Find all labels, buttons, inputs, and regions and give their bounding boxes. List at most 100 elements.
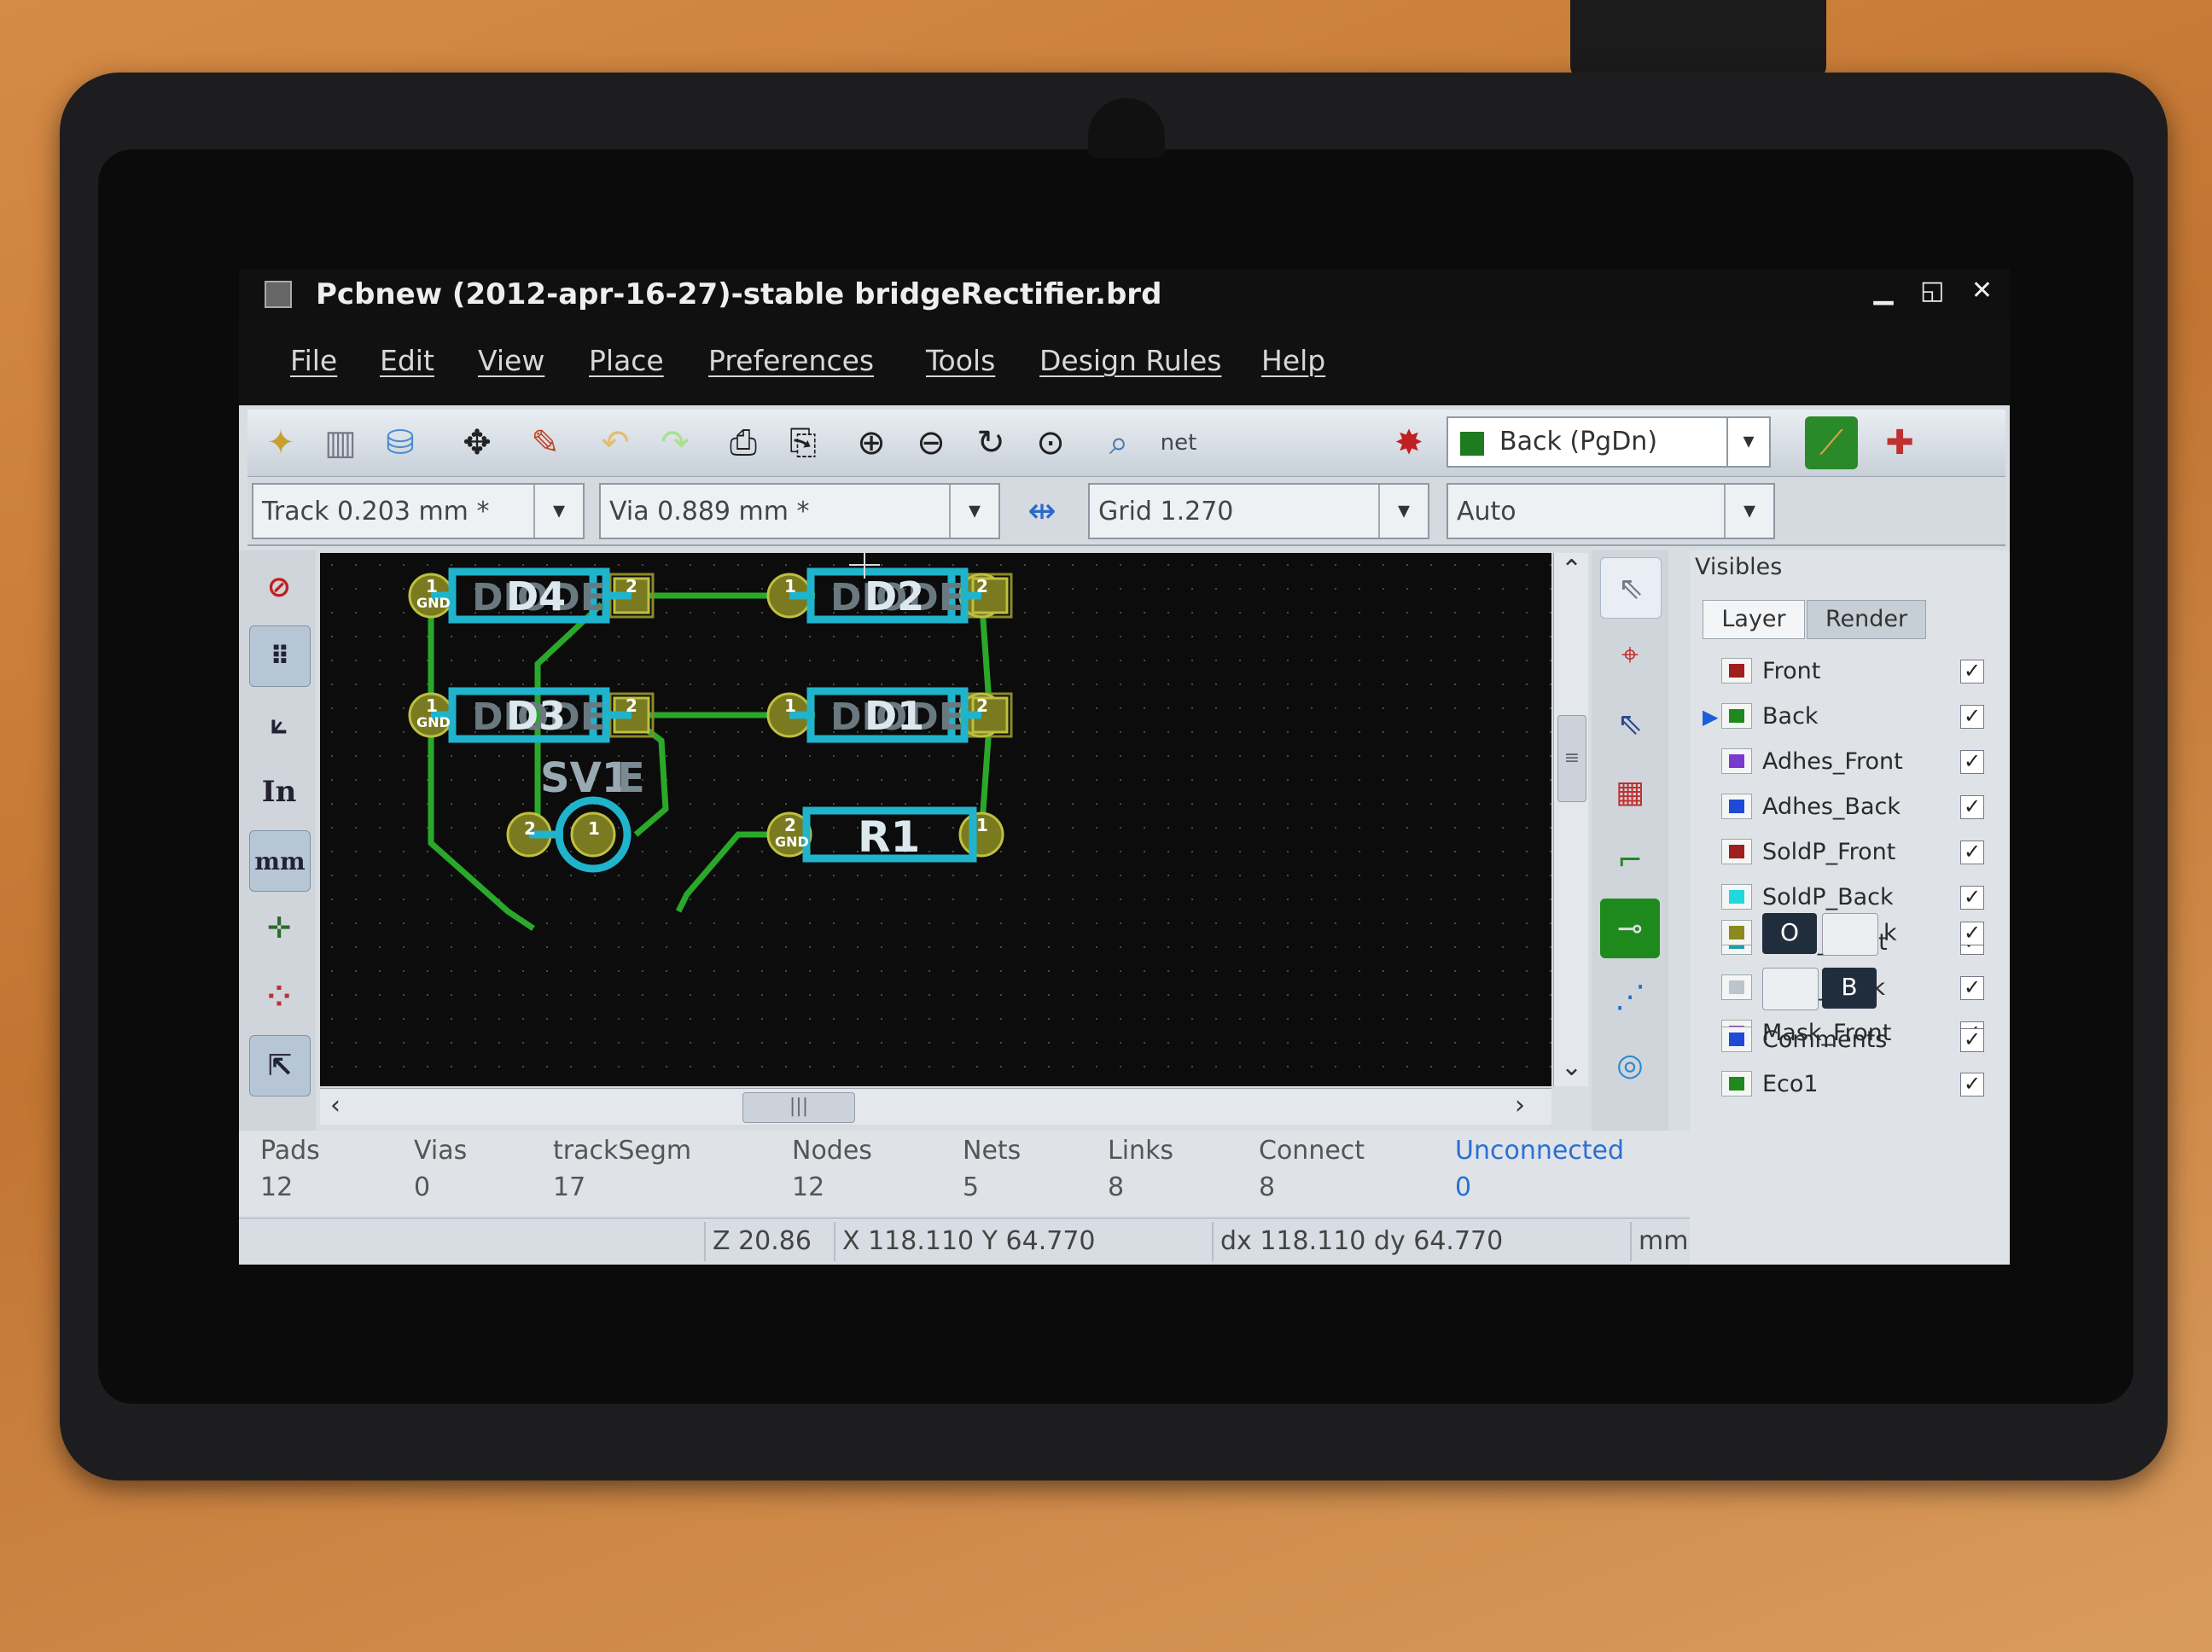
scroll-down-icon[interactable]: ⌄ (1561, 1052, 1582, 1082)
cursor-shape-icon[interactable]: ✛ (249, 899, 309, 958)
layer-row-adhes-back[interactable]: Adhes_Back ✓ (1703, 787, 2001, 829)
layer-color-swatch[interactable] (1721, 794, 1752, 819)
layer-name: Front (1762, 658, 1821, 684)
menu-place[interactable]: Place (589, 344, 664, 377)
pad-number: 1 (426, 695, 438, 716)
new-board-icon[interactable]: ✦ (254, 416, 307, 469)
layer-color-swatch[interactable] (1721, 658, 1752, 683)
page-settings-icon[interactable]: ✥ (451, 416, 504, 469)
horizontal-scrollbar[interactable]: ‹ ||| › (320, 1088, 1551, 1125)
add-track-icon[interactable]: ⌐ (1600, 830, 1660, 890)
layer-visible-checkbox[interactable]: ✓ (1960, 1073, 1984, 1096)
units-mm-button[interactable]: mm (249, 830, 311, 892)
select-arrow-icon[interactable]: ⇖ (1600, 557, 1662, 619)
minimize-button[interactable]: ▁ (1873, 276, 1893, 305)
layer-row-adhes-front[interactable]: Adhes_Front ✓ (1703, 742, 2001, 784)
add-zone-icon[interactable]: ⊸ (1600, 899, 1660, 958)
layer-visible-checkbox[interactable]: ✓ (1960, 795, 1984, 819)
units-inch-button[interactable]: In (249, 762, 309, 822)
chevron-down-icon[interactable]: ▾ (1724, 485, 1773, 538)
pcb-drawing: DIODE D4 DIODE D2 DIODE D3 DIODE D1 SV1 … (320, 553, 1551, 1086)
layer-color-swatch[interactable] (1721, 703, 1752, 729)
restore-button[interactable]: ◱ (1920, 276, 1944, 305)
layer-visible-checkbox[interactable]: ✓ (1960, 841, 1984, 864)
zoom-in-icon[interactable]: ⊕ (845, 416, 898, 469)
menu-tools[interactable]: Tools (926, 344, 995, 377)
menu-view[interactable]: View (478, 344, 544, 377)
print-icon[interactable]: ⎙ (717, 416, 770, 469)
layer-color-swatch (1721, 974, 1752, 1000)
vertical-scroll-thumb[interactable]: ≡ (1557, 715, 1586, 802)
find-icon[interactable]: ⌕ (1092, 416, 1145, 469)
ratsnest-icon[interactable]: ⁘ (249, 967, 309, 1027)
layer-select[interactable]: Back (PgDn) ▾ (1447, 416, 1771, 468)
layer-row-back[interactable]: ▶ Back ✓ (1703, 696, 2001, 739)
layer-visible-checkbox[interactable]: ✓ (1960, 660, 1984, 683)
layer-row-eco1[interactable]: Eco1 ✓ (1703, 1064, 2001, 1107)
layer-row-toggle-b[interactable]: B ✓ (1703, 940, 2001, 1010)
chevron-down-icon[interactable]: ▾ (1378, 485, 1428, 538)
tools-right-toolbar: ⇖ ⌖ ⇖ ▦ ⌐ ⊸ ⋰ ◎ (1592, 550, 1668, 1139)
drc-icon[interactable]: ✸ (1382, 416, 1435, 469)
add-circle-icon[interactable]: ◎ (1600, 1035, 1660, 1095)
layer-pair-icon[interactable]: ⟋ (1805, 416, 1858, 469)
chevron-down-icon[interactable]: ▾ (533, 485, 583, 538)
horizontal-scroll-thumb[interactable]: ||| (742, 1092, 855, 1123)
layer-visible-checkbox[interactable]: ✓ (1960, 886, 1984, 910)
scroll-right-icon[interactable]: › (1515, 1091, 1525, 1120)
menu-preferences[interactable]: Preferences (708, 344, 874, 377)
chevron-down-icon[interactable]: ▾ (1726, 418, 1769, 466)
menu-edit[interactable]: Edit (380, 344, 434, 377)
plot-icon[interactable]: ⎘ (777, 416, 830, 469)
menu-file[interactable]: File (290, 344, 337, 377)
scroll-up-icon[interactable]: ⌃ (1561, 555, 1582, 585)
close-button[interactable]: ✕ (1971, 276, 1993, 305)
layer-visible-checkbox[interactable]: ✓ (1960, 976, 1984, 1000)
save-board-icon[interactable]: ⛁ (374, 416, 427, 469)
undo-icon[interactable]: ↶ (589, 416, 642, 469)
add-module-icon[interactable]: ▦ (1600, 762, 1660, 822)
polar-coords-icon[interactable]: ⟀ (249, 694, 309, 753)
toggle-button[interactable] (1762, 968, 1819, 1010)
zoom-select[interactable]: Auto ▾ (1447, 483, 1775, 539)
layer-visible-checkbox[interactable]: ✓ (1960, 705, 1984, 729)
netlist-icon[interactable]: net (1152, 416, 1205, 469)
vertical-scrollbar[interactable]: ⌃ ≡ ⌄ (1553, 553, 1588, 1086)
layer-color-swatch[interactable] (1721, 748, 1752, 774)
zoom-out-icon[interactable]: ⊖ (905, 416, 958, 469)
grid-toggle-icon[interactable]: ⠿ (249, 625, 311, 687)
add-graphic-line-icon[interactable]: ⋰ (1600, 967, 1660, 1027)
chevron-down-icon[interactable]: ▾ (949, 485, 998, 538)
tab-render[interactable]: Render (1807, 600, 1926, 639)
track-width-select[interactable]: Track 0.203 mm * ▾ (252, 483, 585, 539)
pad-number: 2 (976, 695, 988, 716)
toggle-button[interactable]: B (1822, 968, 1877, 1009)
zoom-fit-icon[interactable]: ⊙ (1024, 416, 1077, 469)
grid-select[interactable]: Grid 1.270 ▾ (1088, 483, 1429, 539)
options-left-toolbar: ⊘ ⠿ ⟀ In mm ✛ ⁘ ⇱ (239, 550, 316, 1139)
redo-icon[interactable]: ↷ (649, 416, 701, 469)
highlight-net-icon[interactable]: ⌖ (1600, 625, 1660, 685)
layer-row-soldp-front[interactable]: SoldP_Front ✓ (1703, 832, 2001, 875)
via-size-select[interactable]: Via 0.889 mm * ▾ (599, 483, 1000, 539)
pad-number: 2 (524, 818, 536, 839)
layer-color-swatch[interactable] (1721, 884, 1752, 910)
open-board-icon[interactable]: ▥ (314, 416, 367, 469)
scroll-left-icon[interactable]: ‹ (330, 1091, 341, 1120)
pcb-canvas[interactable]: DIODE D4 DIODE D2 DIODE D3 DIODE D1 SV1 … (320, 553, 1551, 1086)
layer-row-comments[interactable]: Comments ✓ (1703, 1020, 2001, 1062)
layer-row-front[interactable]: Front ✓ (1703, 651, 2001, 694)
layer-visible-checkbox[interactable]: ✓ (1960, 1028, 1984, 1052)
drc-off-icon[interactable]: ⊘ (249, 557, 309, 617)
menu-help[interactable]: Help (1261, 344, 1325, 377)
auto-track-width-icon[interactable]: ⇹ (1016, 485, 1068, 538)
show-info-icon[interactable]: ⇖ (1600, 694, 1660, 753)
layer-visible-checkbox[interactable]: ✓ (1960, 750, 1984, 774)
autoroute-icon[interactable]: ✚ (1873, 416, 1926, 469)
redraw-icon[interactable]: ↻ (964, 416, 1017, 469)
menu-design-rules[interactable]: Design Rules (1039, 344, 1221, 377)
tab-layer[interactable]: Layer (1703, 600, 1805, 639)
module-editor-icon[interactable]: ✎ (519, 416, 572, 469)
layer-color-swatch[interactable] (1721, 839, 1752, 864)
module-ratsnest-icon[interactable]: ⇱ (249, 1035, 311, 1096)
